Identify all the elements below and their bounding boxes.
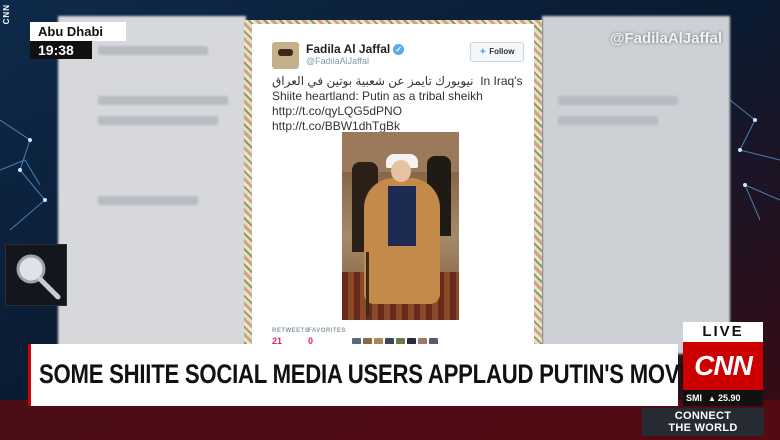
tweet-text-arabic: نيويورك تايمز عن شعبية بوتين في العراق (272, 74, 474, 88)
favorites-label: FAVORITES (308, 328, 347, 334)
market-ticker: SMI ▲ 25.90 (683, 390, 763, 406)
display-name-text: Fadila Al Jaffal (306, 42, 391, 56)
headline: SOME SHIITE SOCIAL MEDIA USERS APPLAUD P… (39, 359, 709, 389)
tweet-frame: Fadila Al Jaffal ✓ @FadilaAlJaffal ✦ Follo… (244, 20, 542, 352)
promo-line-2: THE WORLD (668, 422, 738, 434)
network-bug: CNN (2, 4, 11, 25)
magnifier-icon (16, 254, 61, 300)
lower-third: SOME SHIITE SOCIAL MEDIA USERS APPLAUD P… (28, 344, 709, 406)
promo-line-1: CONNECT (674, 410, 732, 422)
magnifier-panel (5, 244, 67, 306)
source-handle: @FadilaAlJaffal (609, 30, 722, 47)
blurred-right-panel (542, 16, 730, 354)
avatar[interactable] (272, 42, 299, 69)
retweets-label: RETWEETS (272, 328, 310, 334)
ticker-value: 25.90 (717, 393, 741, 403)
cnn-logo: CNN (683, 342, 763, 390)
bird-icon: ✦ (479, 47, 487, 56)
username[interactable]: @FadilaAlJaffal (306, 56, 369, 66)
live-badge: LIVE (683, 322, 763, 342)
follow-label: Follow (489, 47, 515, 56)
tweet-photo[interactable] (342, 132, 459, 320)
display-name[interactable]: Fadila Al Jaffal ✓ (306, 42, 405, 56)
tweet-text: نيويورك تايمز عن شعبية بوتين في العراق I… (272, 74, 524, 134)
verified-icon: ✓ (393, 44, 405, 55)
up-triangle-icon: ▲ (708, 394, 716, 403)
connect-the-world-promo: CONNECT THE WORLD (642, 408, 764, 436)
clock-label: 19:38 (30, 41, 92, 59)
tweet-card: Fadila Al Jaffal ✓ @FadilaAlJaffal ✦ Follo… (252, 24, 534, 352)
ticker-symbol: SMI (686, 393, 703, 403)
blurred-left-panel (58, 16, 246, 354)
location-label: Abu Dhabi (30, 22, 126, 41)
follow-button[interactable]: ✦ Follow (470, 42, 524, 62)
